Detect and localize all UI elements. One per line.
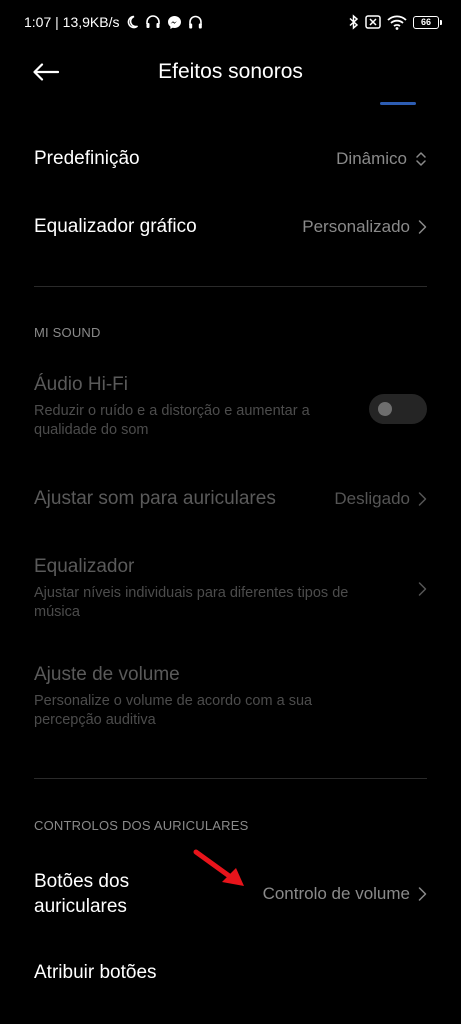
headset-icon xyxy=(146,15,161,28)
battery-icon: 66 xyxy=(413,15,442,29)
up-down-chevron-icon xyxy=(416,152,426,166)
adjust-headphones-value-wrap: Desligado xyxy=(334,489,427,509)
volume-adjust-text: Ajuste de volume Personalize o volume de… xyxy=(34,664,364,730)
chevron-right-icon xyxy=(418,492,427,506)
status-left: 1:07 | 13,9KB/s xyxy=(24,14,203,30)
volume-adjust-title: Ajuste de volume xyxy=(34,664,180,685)
graphic-eq-row[interactable]: Equalizador gráfico Personalizado xyxy=(34,208,427,246)
graphic-eq-value-wrap: Personalizado xyxy=(302,217,427,237)
adjust-headphones-value: Desligado xyxy=(334,489,410,508)
equalizer-title: Equalizador xyxy=(34,556,135,577)
chevron-right-icon xyxy=(418,582,427,596)
hifi-row[interactable]: Áudio Hi-Fi Reduzir o ruído e a distorçã… xyxy=(34,374,427,444)
status-bar: 1:07 | 13,9KB/s 66 xyxy=(0,0,461,44)
wifi-icon xyxy=(387,15,407,30)
section-headphone-controls: CONTROLOS DOS AURICULARES xyxy=(34,818,249,833)
preset-title: Predefinição xyxy=(34,148,140,169)
moon-icon xyxy=(128,15,139,29)
adjust-headphones-title: Ajustar som para auriculares xyxy=(34,488,276,509)
headphone-buttons-title: Botões dos auriculares xyxy=(34,871,130,917)
hifi-title: Áudio Hi-Fi xyxy=(34,374,128,395)
section-mi-sound: MI SOUND xyxy=(34,325,101,340)
headphone-buttons-value-wrap: Controlo de volume xyxy=(263,884,427,904)
equalizer-text: Equalizador Ajustar níveis individuais p… xyxy=(34,556,394,622)
preset-row[interactable]: Predefinição Dinâmico xyxy=(34,140,427,178)
hifi-toggle[interactable] xyxy=(369,394,427,424)
messenger-icon xyxy=(168,15,182,29)
preset-value-wrap: Dinâmico xyxy=(336,149,427,169)
graphic-eq-value: Personalizado xyxy=(302,217,410,236)
divider xyxy=(34,286,427,287)
divider xyxy=(34,778,427,779)
no-sim-icon xyxy=(365,15,381,29)
status-time-speed: 1:07 | 13,9KB/s xyxy=(24,14,120,30)
hifi-text: Áudio Hi-Fi Reduzir o ruído e a distorçã… xyxy=(34,374,344,440)
red-arrow-icon xyxy=(193,849,244,886)
volume-adjust-subtitle: Personalize o volume de acordo com a sua… xyxy=(34,693,313,728)
chevron-right-icon xyxy=(418,887,427,901)
scroll-indicator xyxy=(380,102,416,105)
assign-buttons-title: Atribuir botões xyxy=(34,962,157,983)
toggle-knob xyxy=(378,402,392,416)
equalizer-row[interactable]: Equalizador Ajustar níveis individuais p… xyxy=(34,554,427,624)
headphone-buttons-value: Controlo de volume xyxy=(262,884,410,903)
equalizer-subtitle: Ajustar níveis individuais para diferent… xyxy=(34,585,349,620)
adjust-headphones-row[interactable]: Ajustar som para auriculares Desligado xyxy=(34,480,427,518)
headphones-icon xyxy=(189,15,203,29)
preset-value: Dinâmico xyxy=(336,149,407,168)
status-right: 66 xyxy=(349,14,442,30)
bluetooth-icon xyxy=(349,14,359,30)
hifi-subtitle: Reduzir o ruído e a distorção e aumentar… xyxy=(34,403,310,438)
page-title: Efeitos sonoros xyxy=(158,60,303,83)
graphic-eq-title: Equalizador gráfico xyxy=(34,216,197,237)
assign-buttons-row[interactable]: Atribuir botões xyxy=(34,954,427,992)
chevron-right-icon xyxy=(418,220,427,234)
app-header: Efeitos sonoros xyxy=(0,44,461,100)
volume-adjust-row[interactable]: Ajuste de volume Personalize o volume de… xyxy=(34,664,427,734)
